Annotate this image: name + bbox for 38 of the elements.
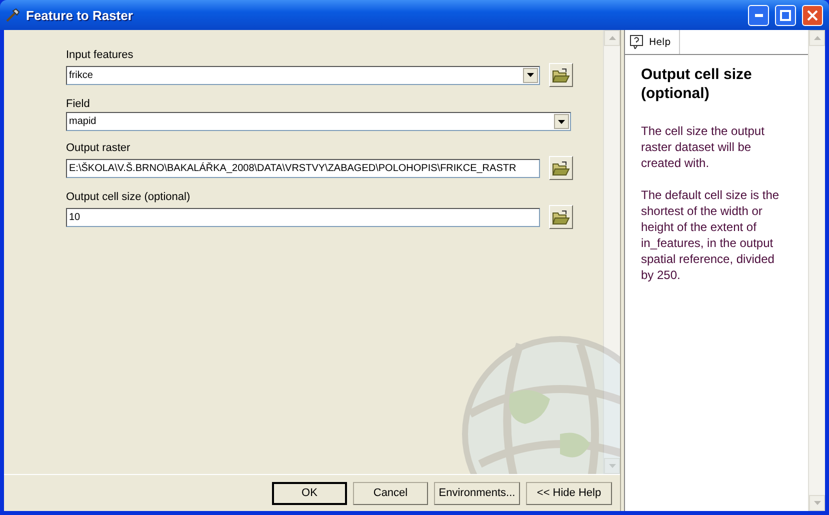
maximize-button[interactable] — [775, 4, 796, 26]
dropdown-button[interactable] — [554, 114, 569, 129]
scroll-up-icon — [608, 36, 616, 40]
browse-button[interactable] — [549, 63, 573, 87]
window-title: Feature to Raster — [26, 8, 134, 22]
folder-icon — [552, 160, 570, 176]
scroll-down-icon — [608, 464, 616, 468]
maximize-icon — [780, 10, 791, 20]
hammer-icon — [6, 8, 20, 22]
close-icon — [807, 10, 818, 20]
dialog-button[interactable]: Cancel — [353, 482, 428, 504]
help-paragraph: The cell size the output raster dataset will be created with. — [641, 123, 766, 171]
dropdown-field[interactable]: frikce — [66, 66, 540, 84]
scroll-up-icon — [814, 36, 820, 40]
close-button[interactable] — [802, 4, 823, 26]
minimize-button[interactable] — [748, 4, 769, 26]
dialog-button[interactable]: OK — [272, 482, 347, 504]
field-label: Input features — [66, 48, 134, 62]
browse-button[interactable] — [549, 205, 573, 229]
help-icon — [630, 35, 643, 49]
caret-icon — [527, 73, 534, 77]
dropdown-field[interactable]: mapid — [66, 112, 571, 131]
dialog-button[interactable]: << Hide Help — [526, 482, 612, 504]
input-field[interactable]: E:\ŠKOLA\V.Š.BRNO\BAKALÁŘKA_2008\DATA\VRSTVY\ZABAGED\POLOHOPIS\FRIKCE_RASTR — [66, 158, 540, 178]
field-label: Output cell size (optional) — [66, 190, 192, 204]
dialog-button[interactable]: Environments... — [434, 482, 520, 504]
dropdown-button[interactable] — [523, 68, 538, 82]
field-label: Output raster — [66, 141, 132, 155]
help-paragraph: The default cell size is the shortest of the width or height of the extent of in_features, in the output spatial reference, divided by 250. — [641, 187, 780, 283]
minimize-icon — [754, 14, 762, 16]
browse-button[interactable] — [549, 156, 573, 180]
input-field[interactable]: 10 — [66, 208, 540, 226]
help-title: Output cell size (optional) — [641, 65, 753, 103]
folder-icon — [552, 68, 570, 82]
folder-icon — [552, 210, 570, 224]
caret-icon — [558, 120, 565, 124]
field-label: Field — [66, 97, 91, 111]
scroll-down-icon — [814, 501, 820, 505]
